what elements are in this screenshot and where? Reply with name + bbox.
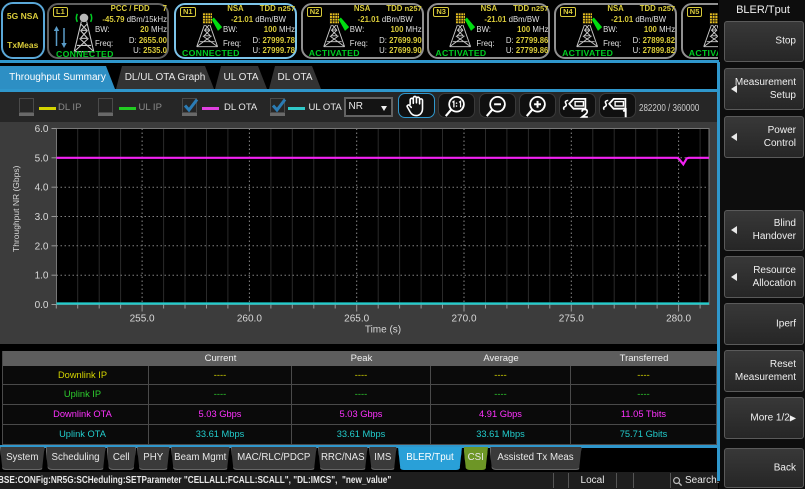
svg-text:2.0: 2.0 xyxy=(35,241,49,252)
svg-text:255.0: 255.0 xyxy=(130,314,155,325)
svg-text:260.0: 260.0 xyxy=(237,314,262,325)
svg-text:275.0: 275.0 xyxy=(559,314,584,325)
svg-text:Time (s): Time (s) xyxy=(365,325,401,336)
svg-text:280.0: 280.0 xyxy=(666,314,691,325)
svg-text:5.0: 5.0 xyxy=(35,153,49,164)
svg-text:0.0: 0.0 xyxy=(35,300,49,311)
svg-text:4.0: 4.0 xyxy=(35,183,49,194)
svg-text:3.0: 3.0 xyxy=(35,212,49,223)
svg-text:6.0: 6.0 xyxy=(35,124,49,135)
svg-text:265.0: 265.0 xyxy=(344,314,369,325)
svg-text:1.0: 1.0 xyxy=(35,271,49,282)
svg-text:270.0: 270.0 xyxy=(451,314,476,325)
